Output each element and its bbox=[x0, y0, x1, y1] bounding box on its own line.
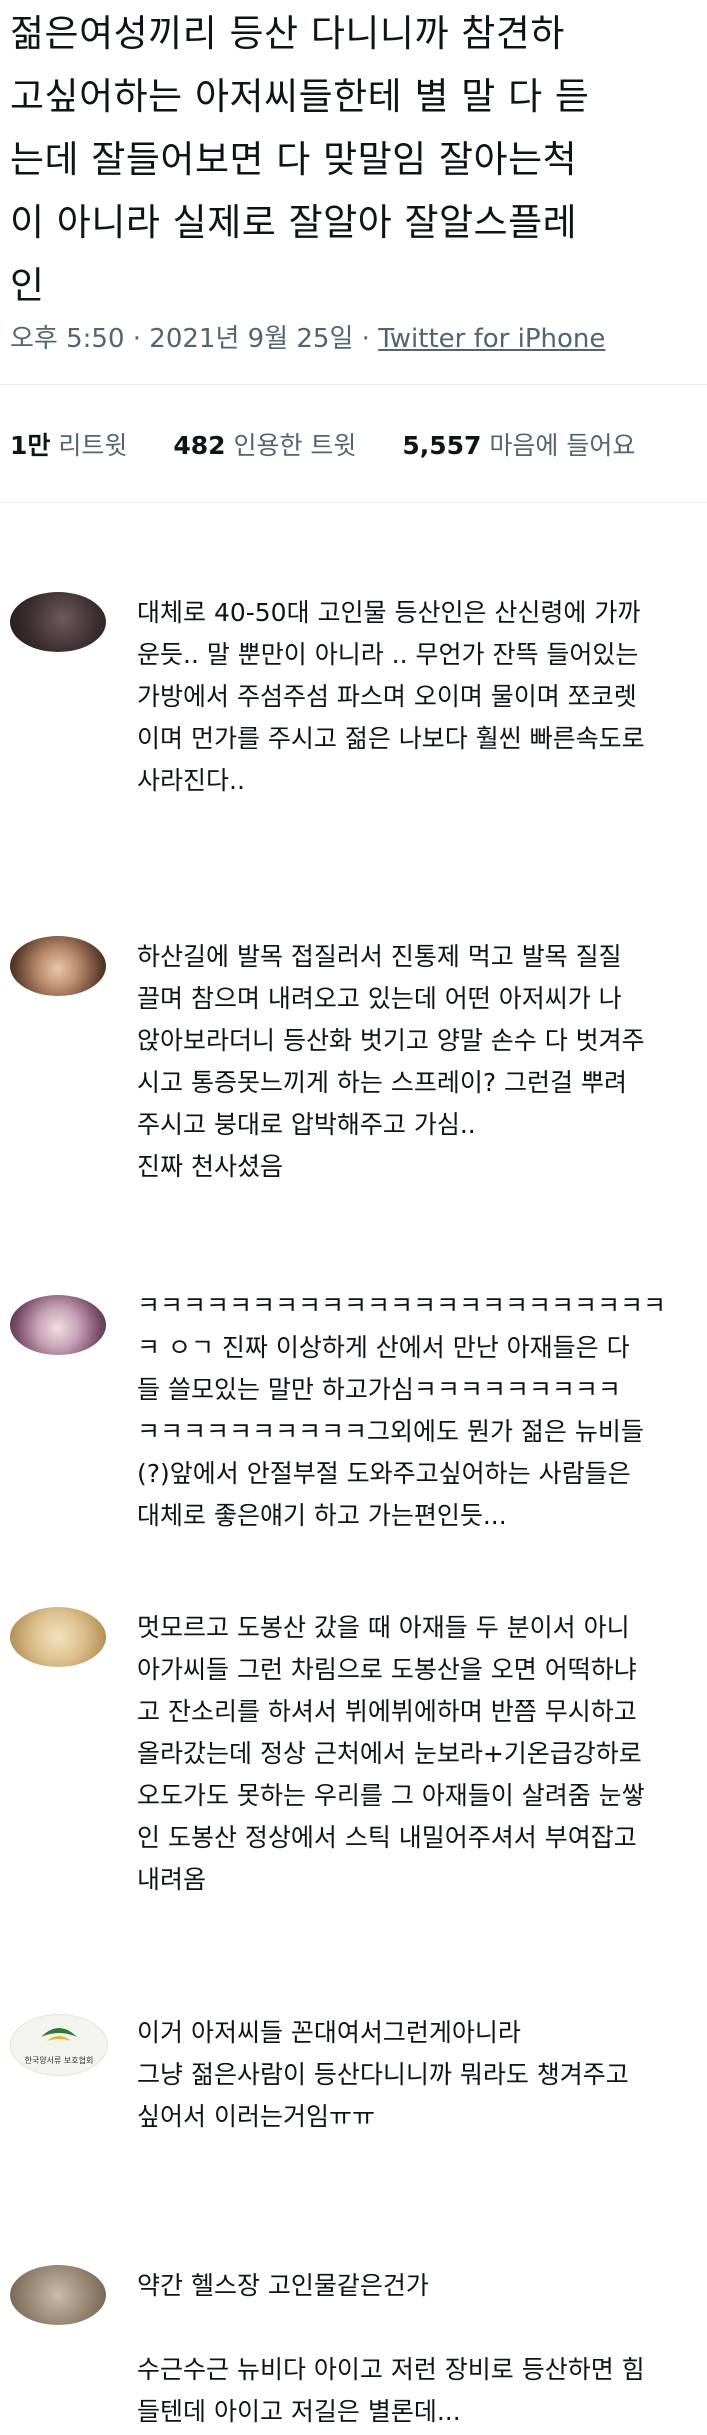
tweet-source-link[interactable]: Twitter for iPhone bbox=[378, 324, 605, 354]
avatar[interactable] bbox=[10, 936, 106, 996]
reply-text: 이거 아저씨들 꼰대여서그런게아니라 그냥 젊은사람이 등산다니니까 뭐라도 챙… bbox=[137, 2018, 629, 2131]
meta-separator: · bbox=[132, 324, 142, 354]
tweet-date: 2021년 9월 25일 bbox=[149, 324, 354, 354]
divider bbox=[0, 384, 707, 385]
likes-stat[interactable]: 5,557 마음에 들어요 bbox=[402, 426, 635, 462]
quotes-label: 인용한 트윗 bbox=[233, 431, 357, 460]
divider bbox=[0, 502, 707, 503]
organization-logo-icon bbox=[41, 2028, 77, 2041]
avatar[interactable] bbox=[10, 1295, 106, 1355]
reply-text: ㅋㅋㅋㅋㅋㅋㅋㅋㅋㅋㅋㅋㅋㅋㅋㅋㅋㅋㅋㅋㅋㅋㅋ ㅋ ㅇㄱ 진짜 이상하게 산에서… bbox=[137, 1291, 667, 1530]
likes-count: 5,557 bbox=[402, 431, 482, 460]
tweet-time: 오후 5:50 bbox=[10, 324, 125, 354]
avatar[interactable] bbox=[10, 592, 106, 652]
reply-text: 하산길에 발목 접질러서 진통제 먹고 발목 질질 끌며 참으며 내려오고 있는… bbox=[137, 942, 645, 1181]
retweets-label: 리트윗 bbox=[58, 431, 128, 460]
tweet-stats: 1만 리트윗 482 인용한 트윗 5,557 마음에 들어요 bbox=[10, 426, 635, 462]
meta-separator: · bbox=[361, 324, 370, 354]
reply-text: 대체로 40-50대 고인물 등산인은 산신령에 가까 운듯.. 말 뿐만이 아… bbox=[137, 598, 645, 795]
retweets-stat[interactable]: 1만 리트윗 bbox=[10, 426, 127, 462]
avatar[interactable] bbox=[10, 2014, 108, 2076]
tweet-meta: 오후 5:50 · 2021년 9월 25일 · Twitter for iPh… bbox=[10, 318, 605, 355]
reply-text: 약간 헬스장 고인물같은건가 수근수근 뉴비다 아이고 저런 장비로 등산하면 … bbox=[137, 2271, 645, 2426]
avatar-logo-text: 한국양서류 보호협회 bbox=[24, 2056, 94, 2065]
quotes-count: 482 bbox=[173, 431, 226, 460]
reply-text: 멋모르고 도봉산 갔을 때 아재들 두 분이서 아니 아가씨들 그런 차림으로 … bbox=[137, 1613, 645, 1894]
tweet-text: 젊은여성끼리 등산 다니니까 참견하 고싶어하는 아저씨들한테 별 말 다 듣 … bbox=[10, 12, 590, 307]
retweets-count: 1만 bbox=[10, 431, 51, 460]
quotes-stat[interactable]: 482 인용한 트윗 bbox=[173, 426, 356, 462]
avatar[interactable] bbox=[10, 2265, 106, 2325]
avatar[interactable] bbox=[10, 1607, 106, 1667]
likes-label: 마음에 들어요 bbox=[489, 431, 636, 460]
